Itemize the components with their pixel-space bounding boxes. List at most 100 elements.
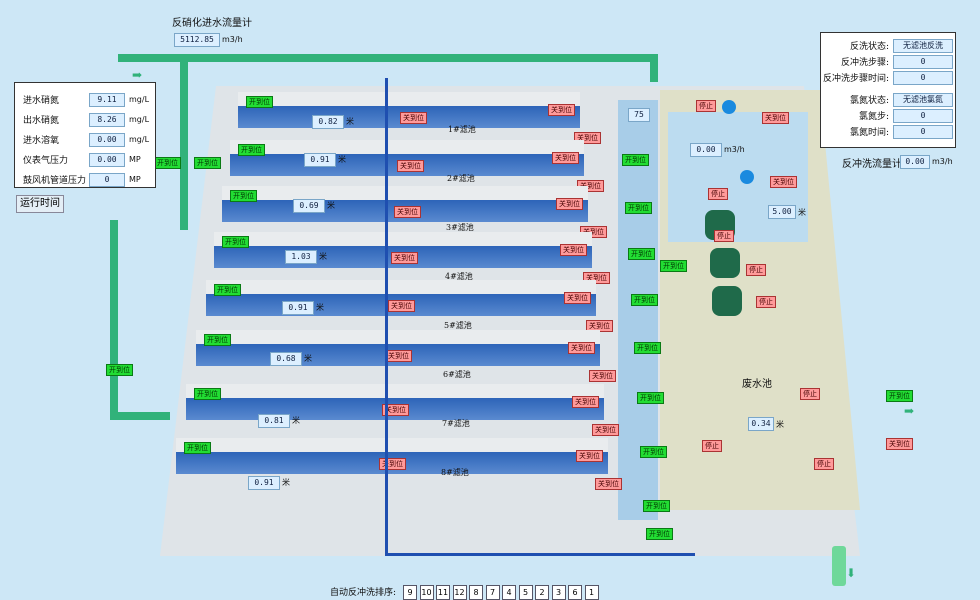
blue-pipe-vertical [385, 78, 388, 556]
measurement-unit: mg/L [129, 115, 150, 124]
status-label: 反洗状态: [849, 42, 889, 52]
stop-tag[interactable]: 停止 [696, 100, 716, 112]
tank-level-value: 5.00 [768, 205, 796, 219]
sequence-item[interactable]: 9 [403, 585, 417, 600]
sequence-item[interactable]: 11 [436, 585, 450, 600]
sequence-item[interactable]: 1 [584, 585, 599, 600]
valve-open-tag[interactable]: 开到位 [214, 284, 241, 296]
sequence-label: 自动反冲洗排序: [330, 588, 397, 598]
measurement-label: 出水硝氮 [23, 116, 60, 126]
measurement-unit: MP [129, 175, 141, 184]
valve-closed-tag[interactable]: 关到位 [379, 458, 406, 470]
valve-closed-tag[interactable]: 关到位 [385, 350, 412, 362]
measurement-unit: mg/L [129, 135, 150, 144]
valve-open-tag[interactable]: 开到位 [886, 390, 913, 402]
clear-well-value: 75 [628, 108, 650, 122]
filter-level-unit: 米 [338, 155, 346, 164]
sequence-item[interactable]: 5 [518, 585, 533, 600]
valve-closed-tag[interactable]: 关到位 [560, 244, 587, 256]
valve-open-tag[interactable]: 开到位 [246, 96, 273, 108]
filter-name: 8#滤池 [441, 468, 469, 477]
valve-open-tag[interactable]: 开到位 [194, 388, 221, 400]
valve-open-tag[interactable]: 开到位 [230, 190, 257, 202]
valve-closed-tag[interactable]: 关到位 [762, 112, 789, 124]
valve-open-tag[interactable]: 开到位 [622, 154, 649, 166]
sequence-item[interactable]: 4 [502, 585, 516, 600]
valve-open-tag[interactable]: 开到位 [625, 202, 652, 214]
valve-closed-tag[interactable]: 关到位 [388, 300, 415, 312]
sequence-item[interactable]: 7 [485, 585, 500, 600]
measurement-value: 0 [89, 173, 125, 187]
sequence-item[interactable]: 10 [419, 585, 434, 600]
measurement-label: 仪表气压力 [23, 156, 69, 166]
valve-closed-tag[interactable]: 关到位 [886, 438, 913, 450]
valve-closed-tag[interactable]: 关到位 [397, 160, 424, 172]
sequence-item[interactable]: 12 [452, 585, 467, 600]
pump-icon[interactable] [710, 248, 740, 278]
left-measurement-panel: 进水硝氮 9.11 mg/L 出水硝氮 8.26 mg/L 进水溶氧 0.00 mg… [14, 82, 156, 188]
blue-pipe-bottom [385, 553, 695, 556]
valve-open-tag[interactable]: 开到位 [660, 260, 687, 272]
tank-flow-value: 0.00 [690, 143, 722, 157]
valve-closed-tag[interactable]: 关到位 [589, 370, 616, 382]
filter-level-unit: 米 [316, 303, 324, 312]
valve-open-tag[interactable]: 开到位 [628, 248, 655, 260]
valve-closed-tag[interactable]: 关到位 [595, 478, 622, 490]
runtime-button[interactable]: 运行时间 [16, 195, 64, 213]
status-value: 0 [893, 55, 953, 69]
arrow-right-icon: ➡ [904, 404, 915, 418]
valve-closed-tag[interactable]: 关到位 [391, 252, 418, 264]
sequence-item[interactable]: 3 [551, 585, 566, 600]
valve-closed-tag[interactable]: 关到位 [770, 176, 797, 188]
valve-closed-tag[interactable]: 关到位 [572, 396, 599, 408]
stop-tag[interactable]: 停止 [746, 264, 766, 276]
valve-closed-tag[interactable]: 关到位 [556, 198, 583, 210]
valve-open-tag[interactable]: 开到位 [184, 442, 211, 454]
stop-tag[interactable]: 停止 [714, 230, 734, 242]
measurement-unit: MP [129, 155, 141, 164]
valve-closed-tag[interactable]: 关到位 [548, 104, 575, 116]
valve-open-tag[interactable]: 开到位 [238, 144, 265, 156]
valve-open-tag[interactable]: 开到位 [643, 500, 670, 512]
valve-open-tag[interactable]: 开到位 [154, 157, 181, 169]
waste-pool-label: 废水池 [742, 379, 772, 390]
stop-tag[interactable]: 停止 [814, 458, 834, 470]
valve-closed-tag[interactable]: 关到位 [394, 206, 421, 218]
valve-open-tag[interactable]: 开到位 [634, 342, 661, 354]
valve-open-tag[interactable]: 开到位 [637, 392, 664, 404]
sequence-item[interactable]: 2 [535, 585, 549, 600]
valve-open-tag[interactable]: 开到位 [204, 334, 231, 346]
valve-closed-tag[interactable]: 关到位 [564, 292, 591, 304]
valve-open-tag[interactable]: 开到位 [646, 528, 673, 540]
stop-tag[interactable]: 停止 [708, 188, 728, 200]
valve-open-tag[interactable]: 开到位 [640, 446, 667, 458]
filter-level-value: 0.68 [270, 352, 302, 366]
blower-icon[interactable] [722, 100, 736, 114]
measurement-label: 进水硝氮 [23, 96, 60, 106]
valve-open-tag[interactable]: 开到位 [194, 157, 221, 169]
filter-level-unit: 米 [292, 416, 300, 425]
stop-tag[interactable]: 停止 [702, 440, 722, 452]
valve-open-tag[interactable]: 开到位 [106, 364, 133, 376]
filter-level-value: 0.91 [304, 153, 336, 167]
blower-icon[interactable] [740, 170, 754, 184]
status-label: 反冲洗步骤时间: [822, 74, 889, 84]
valve-open-tag[interactable]: 开到位 [222, 236, 249, 248]
valve-closed-tag[interactable]: 关到位 [400, 112, 427, 124]
sequence-item[interactable]: 6 [568, 585, 582, 600]
valve-closed-tag[interactable]: 关到位 [592, 424, 619, 436]
backwash-meter-unit: m3/h [932, 157, 953, 166]
stop-tag[interactable]: 停止 [800, 388, 820, 400]
valve-open-tag[interactable]: 开到位 [631, 294, 658, 306]
valve-closed-tag[interactable]: 关到位 [576, 450, 603, 462]
filter-name: 2#滤池 [447, 174, 475, 183]
pump-icon[interactable] [712, 286, 742, 316]
measurement-unit: mg/L [129, 95, 150, 104]
stop-tag[interactable]: 停止 [756, 296, 776, 308]
flow-meter-unit: m3/h [222, 35, 243, 44]
valve-closed-tag[interactable]: 关到位 [568, 342, 595, 354]
measurement-value: 9.11 [89, 93, 125, 107]
filter-name: 7#滤池 [442, 419, 470, 428]
sequence-item[interactable]: 8 [469, 585, 483, 600]
valve-closed-tag[interactable]: 关到位 [552, 152, 579, 164]
